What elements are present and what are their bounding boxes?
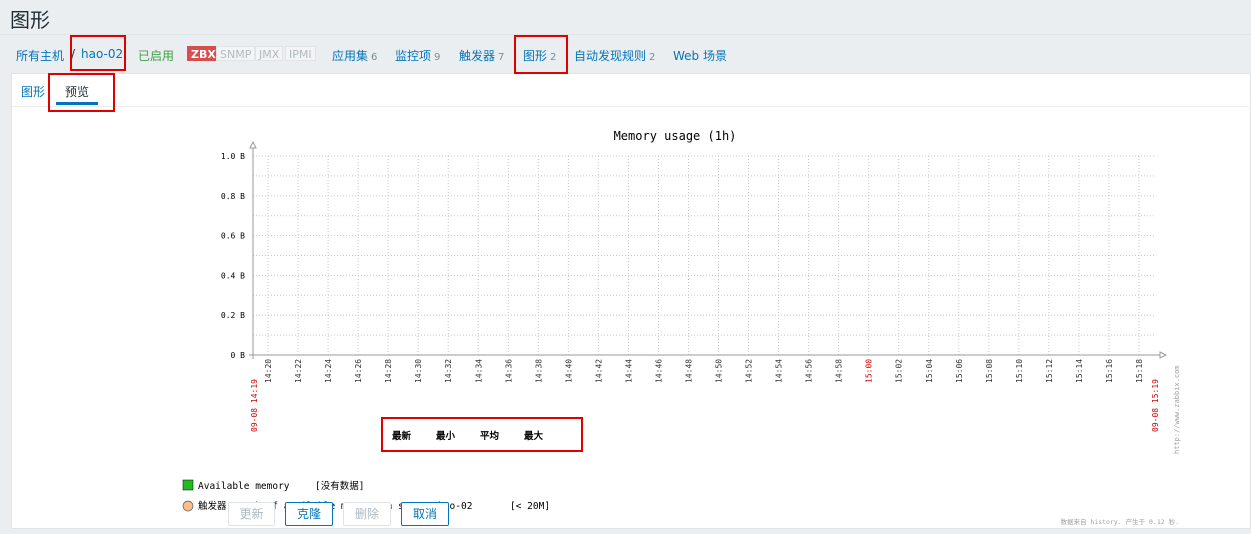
triggers-link[interactable]: 触发器 7 (459, 47, 504, 64)
series-name: Available memory (198, 481, 290, 492)
tab-graph[interactable]: 图形 (21, 83, 45, 100)
items-link[interactable]: 监控项 9 (395, 47, 440, 64)
x-tick-label: 15:00 (865, 359, 874, 383)
y-axis-ticks: 1.0 B 0.8 B 0.6 B 0.4 B 0.2 B 0 B (221, 152, 245, 360)
trigger-indicator-icon (182, 500, 194, 512)
x-tick-label: 14:56 (805, 359, 814, 383)
stats-header-label: 最大 (524, 430, 544, 442)
x-tick-label: 14:36 (504, 359, 513, 383)
chart-axes (249, 140, 1168, 359)
web-scenarios-link[interactable]: Web 场景 (673, 47, 727, 64)
x-tick-label: 14:44 (624, 359, 633, 383)
x-tick-label: 14:58 (835, 359, 844, 383)
trigger-threshold: [< 20M] (510, 501, 550, 512)
x-tick-label: 15:18 (1135, 359, 1144, 383)
x-tick-label: 14:20 (264, 359, 273, 383)
host-status[interactable]: 已启用 (138, 47, 174, 64)
x-start-label: 09-08 14:19 (250, 379, 259, 432)
graph-footer-note: 数据来自 history. 产生于 0.12 秒. (1060, 517, 1179, 526)
x-tick-label: 15:04 (925, 359, 934, 383)
x-tick-label: 14:40 (564, 359, 573, 383)
x-tick-label: 14:54 (775, 359, 784, 383)
y-tick-label: 0.8 B (221, 192, 245, 201)
tab-preview[interactable]: 预览 (65, 83, 89, 100)
x-tick-label: 14:38 (534, 359, 543, 383)
x-end-label: 09-08 15:19 (1151, 379, 1160, 432)
chart-title: Memory usage (1h) (614, 129, 737, 143)
memory-usage-chart: Memory usage (1h) 1.0 B 0.8 B 0.6 B 0.4 B 0.… (182, 129, 1181, 526)
x-tick-label: 14:22 (294, 359, 303, 383)
clone-button[interactable]: 克隆 (285, 502, 333, 526)
x-tick-label: 14:46 (654, 359, 663, 383)
stats-header-label: 平均 (480, 430, 500, 442)
x-tick-label: 15:14 (1075, 359, 1084, 383)
graph-panel: 图形 预览 Memory usage (1h) 1.0 B 0.8 B 0.6 B 0… (11, 73, 1251, 529)
update-button: 更新 (228, 502, 275, 526)
y-tick-label: 0 B (231, 351, 246, 360)
x-tick-label: 14:28 (384, 359, 393, 383)
graphs-link[interactable]: 图形 2 (523, 47, 556, 64)
ipmi-badge: IPMI (285, 46, 316, 61)
zabbix-watermark: http://www.zabbix.com (1173, 365, 1181, 454)
all-hosts-link[interactable]: 所有主机 (16, 47, 64, 64)
x-tick-label: 15:02 (895, 359, 904, 383)
x-tick-label: 14:26 (354, 359, 363, 383)
delete-button: 删除 (343, 502, 391, 526)
y-tick-label: 0.2 B (221, 311, 245, 320)
breadcrumb-separator: / (71, 47, 76, 61)
snmp-badge: SNMP (216, 46, 256, 61)
zbx-badge: ZBX (187, 46, 220, 61)
y-tick-label: 0.4 B (221, 271, 245, 280)
active-tab-indicator (56, 102, 98, 105)
x-tick-label: 14:42 (594, 359, 603, 383)
host-navigation: 所有主机 / hao-02 已启用 ZBX SNMP JMX IPMI 应用集 6… (0, 34, 1251, 73)
y-tick-label: 1.0 B (221, 152, 245, 161)
cancel-button[interactable]: 取消 (401, 502, 449, 526)
page-title: 图形 (10, 8, 50, 32)
x-axis-arrow (1159, 351, 1168, 359)
jmx-badge: JMX (255, 46, 284, 61)
x-tick-label: 14:32 (444, 359, 453, 383)
series-status: [没有数据] (315, 480, 364, 492)
x-tick-label: 14:48 (684, 359, 693, 383)
applications-link[interactable]: 应用集 6 (332, 47, 377, 64)
x-tick-label: 14:50 (715, 359, 724, 383)
x-tick-label: 15:16 (1105, 359, 1114, 383)
x-tick-label: 14:52 (745, 359, 754, 383)
y-axis-arrow (249, 140, 257, 149)
legend-stats-header: 最新 最小 平均 最大 (392, 430, 544, 442)
stats-header-label: 最小 (436, 430, 456, 442)
x-tick-label: 15:12 (1045, 359, 1054, 383)
x-tick-label: 15:08 (985, 359, 994, 383)
y-tick-label: 0.6 B (221, 232, 245, 241)
host-link[interactable]: hao-02 (81, 47, 123, 61)
x-tick-label: 14:34 (474, 359, 483, 383)
x-tick-label: 14:30 (414, 359, 423, 383)
stats-header-label: 最新 (392, 430, 412, 442)
x-tick-label: 14:24 (324, 359, 333, 383)
chart-grid (253, 155, 1154, 356)
x-axis-ticks: 14:20 14:22 14:24 14:26 14:28 14:30 14:32 14:34… (264, 359, 1144, 383)
x-tick-label: 15:06 (955, 359, 964, 383)
discovery-rules-link[interactable]: 自动发现规则 2 (574, 47, 655, 64)
x-tick-label: 15:10 (1015, 359, 1024, 383)
series-color-swatch (182, 479, 194, 491)
tab-bar: 图形 预览 (12, 74, 1251, 107)
